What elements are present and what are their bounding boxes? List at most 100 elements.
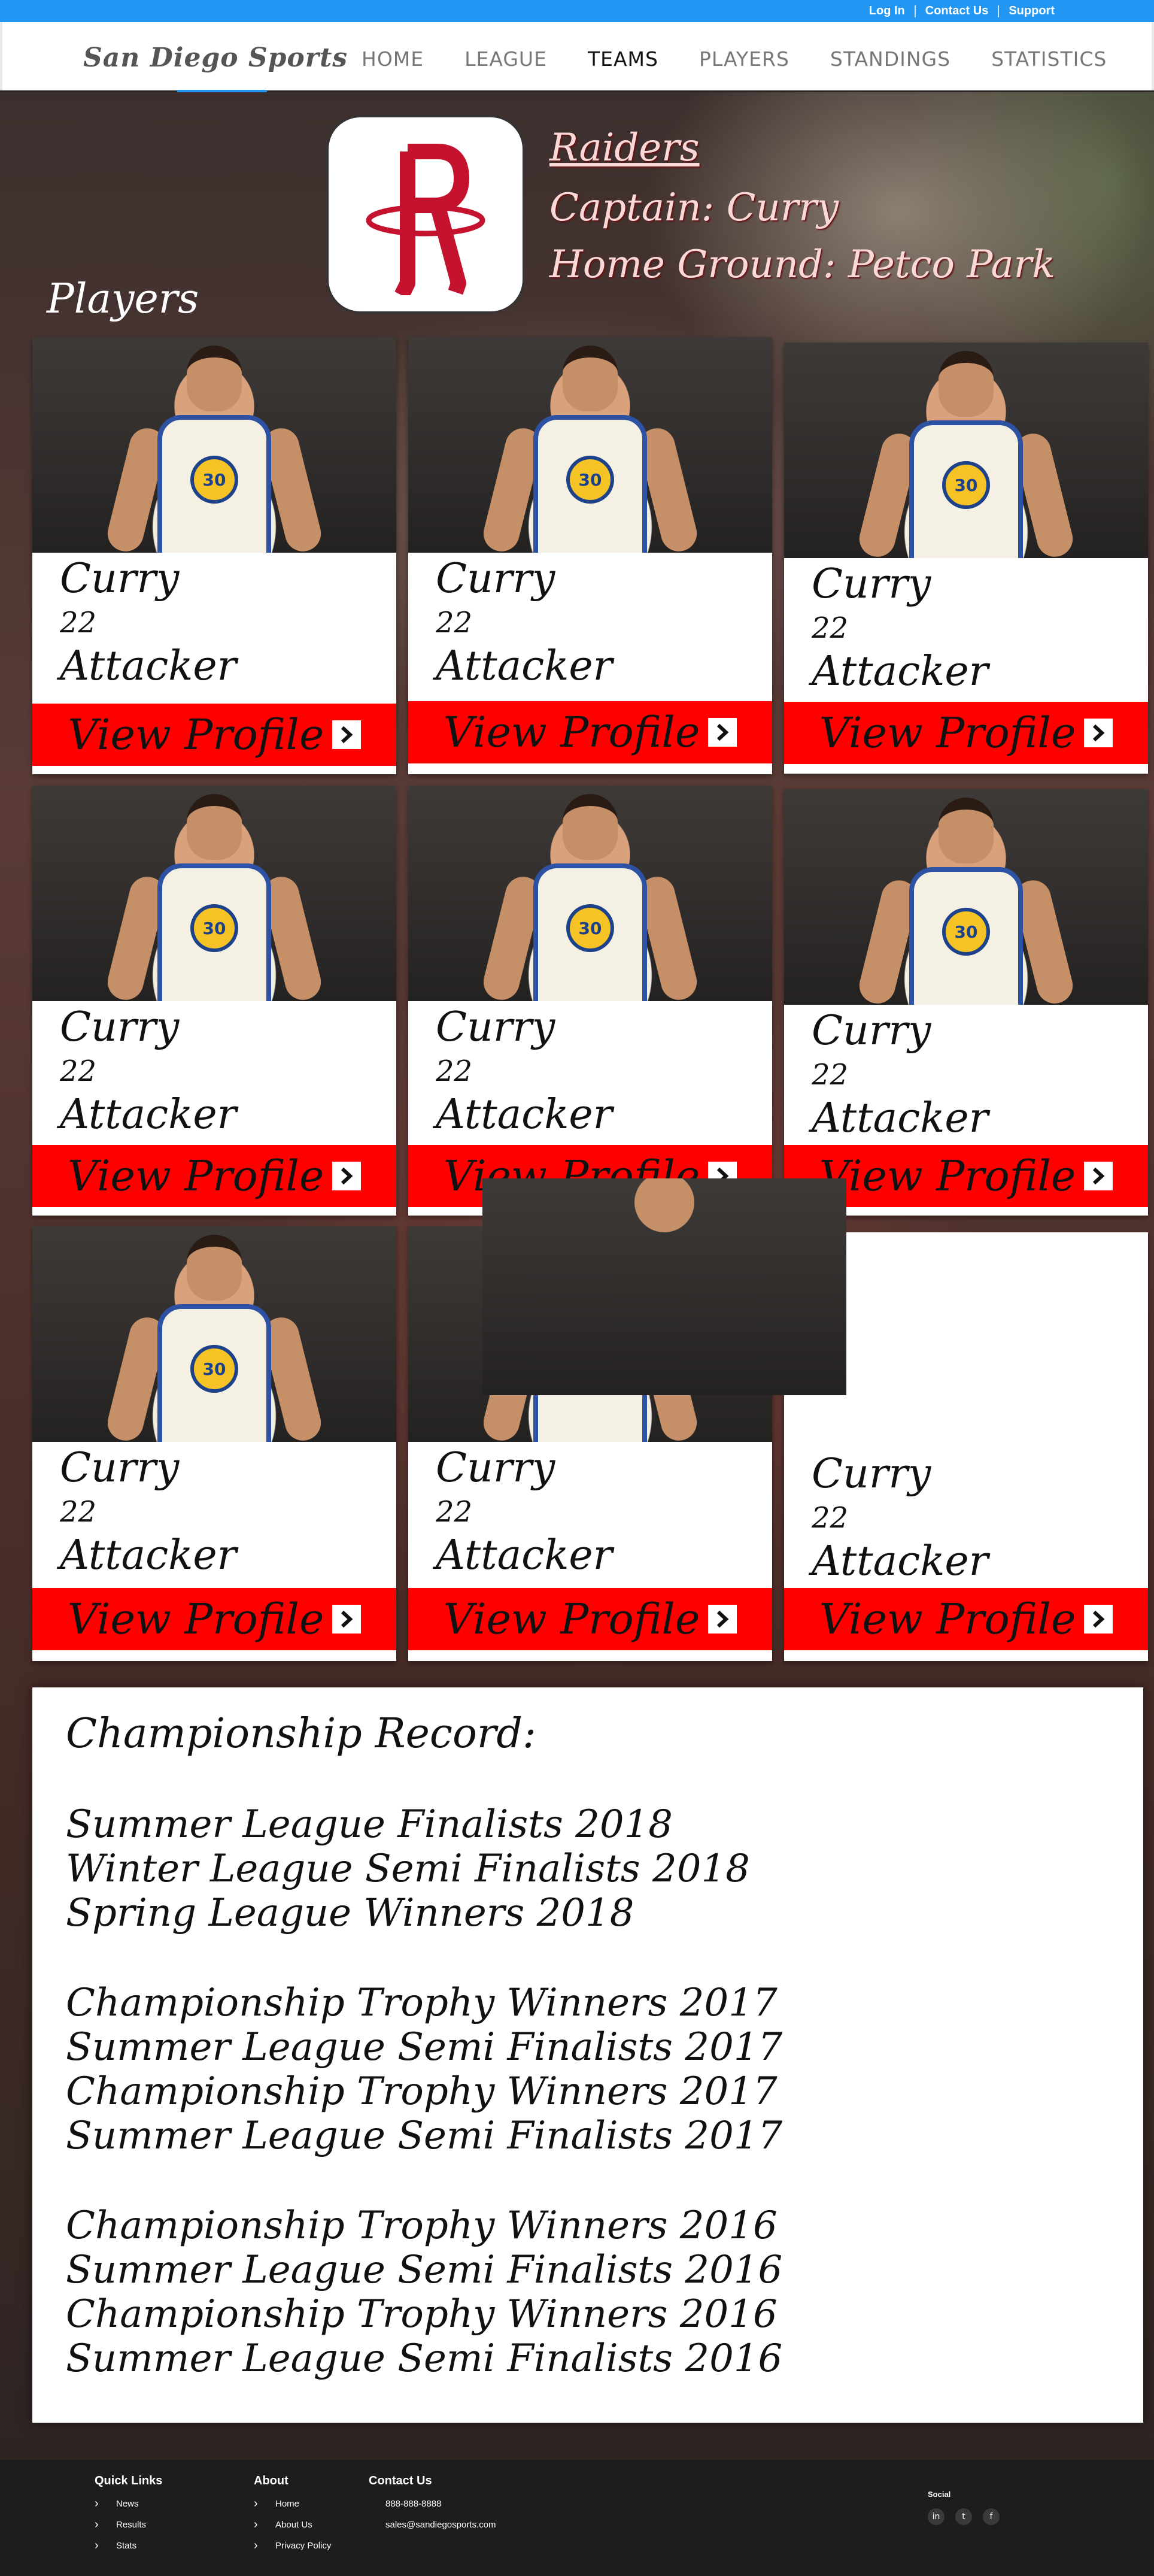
contact-us-link[interactable]: Contact Us (916, 4, 998, 18)
nav-home[interactable]: HOME (362, 47, 424, 71)
player-photo: 30 (408, 337, 772, 553)
championship-record: Championship Record: Summer League Final… (32, 1687, 1143, 2423)
record-item: Championship Trophy Winners 2016 (66, 2204, 778, 2248)
footer-link-stats[interactable]: Stats (95, 2539, 162, 2553)
footer-email[interactable]: sales@sandiegosports.com (369, 2520, 496, 2530)
player-role: Attacker (60, 1532, 237, 1579)
footer-quick-links-title: Quick Links (95, 2474, 163, 2487)
player-info: Curry 22 Attacker (812, 1005, 988, 1142)
chevron-right-icon (1084, 719, 1113, 747)
player-number: 22 (436, 606, 473, 640)
view-profile-label: View Profile (819, 708, 1076, 757)
twitter-icon[interactable]: t (955, 2508, 972, 2525)
jersey-number: 30 (942, 908, 990, 956)
team-name[interactable]: Raiders (549, 126, 700, 170)
linkedin-icon[interactable]: in (928, 2508, 945, 2525)
view-profile-label: View Profile (819, 1151, 1076, 1201)
footer-link-about-us[interactable]: About Us (254, 2518, 331, 2532)
footer-social: Social in t f (928, 2490, 1000, 2525)
nav-teams[interactable]: TEAMS (588, 47, 658, 71)
player-card: 30 Curry 22 Attacker View Profile (408, 786, 772, 1216)
site-footer: Quick Links News Results Stats About Hom… (0, 2460, 1154, 2576)
footer-link-results[interactable]: Results (95, 2518, 162, 2532)
player-number: 22 (436, 1054, 473, 1088)
player-name: Curry (60, 1004, 180, 1051)
view-profile-label: View Profile (443, 1595, 700, 1644)
support-link[interactable]: Support (999, 4, 1064, 18)
chevron-right-icon (708, 718, 737, 747)
nav-league[interactable]: LEAGUE (464, 47, 547, 71)
player-number: 22 (436, 1495, 473, 1529)
player-info: Curry 22 Attacker (60, 1442, 236, 1579)
footer-quick-links: Quick Links News Results Stats (95, 2474, 162, 2562)
record-item: Summer League Semi Finalists 2016 (66, 2248, 783, 2292)
player-role: Attacker (436, 1532, 613, 1579)
player-card: 30 Curry 22 Attacker View Profile (784, 343, 1148, 774)
player-name: Curry (436, 1004, 555, 1051)
player-name: Curry (60, 1444, 180, 1492)
chevron-right-icon (332, 1162, 362, 1190)
nav-standings[interactable]: STANDINGS (830, 47, 950, 71)
player-photo: 30 (32, 786, 396, 1001)
player-info: Curry 22 Attacker (436, 1442, 612, 1579)
view-profile-label: View Profile (67, 1595, 324, 1644)
footer-social-title: Social (928, 2490, 951, 2499)
chevron-right-icon (332, 720, 362, 749)
player-info: Curry 22 Attacker (436, 553, 612, 690)
chevron-right-icon (708, 1605, 737, 1634)
jersey-number: 30 (942, 461, 990, 509)
record-item: Summer League Semi Finalists 2017 (66, 2025, 783, 2069)
jersey-number: 30 (190, 1345, 238, 1393)
player-name: Curry (436, 1444, 555, 1492)
player-role: Attacker (436, 643, 613, 690)
view-profile-label: View Profile (443, 708, 700, 757)
player-photo: 30 (784, 343, 1148, 558)
view-profile-button[interactable]: View Profile (408, 1588, 772, 1650)
player-photo: 30 (32, 337, 396, 553)
player-photo: 30 (408, 786, 772, 1001)
player-info: Curry 22 Attacker (60, 553, 236, 690)
player-name: Curry (812, 1007, 931, 1054)
footer-link-news[interactable]: News (95, 2497, 162, 2511)
site-logo[interactable]: San Diego Sports (83, 43, 348, 73)
nav-statistics[interactable]: STATISTICS (991, 47, 1107, 71)
record-item: Summer League Finalists 2018 (66, 1802, 673, 1847)
jersey-number: 30 (566, 904, 614, 952)
chevron-right-icon (332, 1605, 362, 1634)
player-name: Curry (812, 1450, 931, 1498)
player-card: 30 Curry 22 Attacker View Profile (408, 337, 772, 774)
rockets-r-logo-icon (366, 144, 485, 295)
view-profile-label: View Profile (819, 1595, 1076, 1644)
view-profile-button[interactable]: View Profile (408, 701, 772, 763)
player-photo: 30 (784, 789, 1148, 1005)
player-number: 22 (812, 611, 849, 645)
site-header: San Diego Sports HOME LEAGUE TEAMS PLAYE… (0, 22, 1154, 90)
player-card: 30 Curry 22 Attacker View Profile (784, 789, 1148, 1216)
facebook-icon[interactable]: f (983, 2508, 1000, 2525)
view-profile-button[interactable]: View Profile (784, 1588, 1148, 1650)
players-heading: Players (47, 275, 199, 323)
player-role: Attacker (60, 1091, 237, 1138)
record-item: Winter League Semi Finalists 2018 (66, 1847, 750, 1891)
footer-link-privacy[interactable]: Privacy Policy (254, 2539, 331, 2553)
login-link[interactable]: Log In (860, 4, 915, 18)
player-card: 30 Curry 22 Attacker View Profile (32, 1226, 396, 1661)
record-item: Summer League Semi Finalists 2016 (66, 2336, 783, 2381)
view-profile-button[interactable]: View Profile (32, 704, 396, 766)
player-photo: 30 (32, 1226, 396, 1442)
footer-link-home[interactable]: Home (254, 2497, 331, 2511)
player-number: 22 (60, 1054, 97, 1088)
utility-bar: Log In Contact Us Support (0, 0, 1154, 22)
view-profile-button[interactable]: View Profile (32, 1145, 396, 1207)
player-name: Curry (436, 555, 555, 602)
view-profile-button[interactable]: View Profile (784, 702, 1148, 764)
footer-about: About Home About Us Privacy Policy (254, 2474, 331, 2562)
record-title: Championship Record: (66, 1710, 536, 1757)
player-role: Attacker (812, 1095, 989, 1142)
jersey-number: 30 (566, 456, 614, 504)
main-nav: HOME LEAGUE TEAMS PLAYERS STANDINGS STAT… (362, 47, 1147, 71)
view-profile-button[interactable]: View Profile (32, 1588, 396, 1650)
footer-contact: Contact Us 888-888-8888 sales@sandiegosp… (369, 2474, 496, 2541)
nav-players[interactable]: PLAYERS (699, 47, 789, 71)
record-item: Championship Trophy Winners 2017 (66, 1981, 778, 2025)
